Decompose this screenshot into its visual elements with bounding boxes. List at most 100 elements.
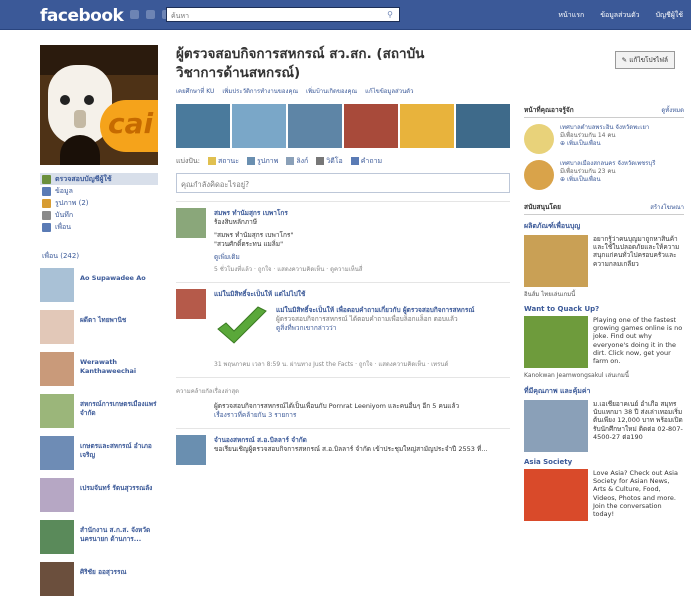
search-icon[interactable]: ⚲ <box>387 10 393 19</box>
ad-image[interactable] <box>524 235 588 287</box>
messages-icon[interactable] <box>146 10 155 19</box>
friend-avatar[interactable] <box>40 520 74 554</box>
friend-name[interactable]: เกษตรและสหกรณ์ อำเภอเจริญ <box>80 436 158 472</box>
similar-stories-link[interactable]: เรื่องราวที่คล้ายกัน 3 รายการ <box>214 411 510 420</box>
friends-list: Ao Supawadee Ao ผดีตา ไทยพานิช Werawath Ka… <box>40 268 158 598</box>
ad-title[interactable]: Want to Quack Up? <box>524 305 684 313</box>
status-input[interactable]: คุณกำลังคิดอะไรอยู่? <box>176 173 510 193</box>
edit-info-link[interactable]: แก้ไขข้อมูลส่วนตัว <box>365 86 413 96</box>
photo-thumb[interactable] <box>456 104 510 148</box>
friend-name[interactable]: สำนักงาน ส.ก.ส. จังหวัดนครนายก ด้านการ..… <box>80 520 158 556</box>
add-friend-link[interactable]: ⊕ เพิ่มเป็นเพื่อน <box>560 176 655 184</box>
profile-picture[interactable]: cai <box>40 45 158 165</box>
friend-avatar[interactable] <box>40 310 74 344</box>
top-bar: facebook ค้นหา ⚲ หน้าแรก ข้อมูลส่วนตัว บั… <box>0 0 691 30</box>
story-author[interactable]: สมพร ทำนัมสุกร เบพาโกร <box>214 208 510 218</box>
search-input[interactable]: ค้นหา ⚲ <box>166 7 400 22</box>
right-column: หน้าที่คุณอาจรู้จัก ดูทั้งหมด เทศบาลตำบลพ… <box>524 105 684 521</box>
friend-item[interactable]: Ao Supawadee Ao <box>40 268 158 304</box>
ad-image[interactable] <box>524 316 588 368</box>
share-link[interactable]: ลิงก์ <box>286 156 308 167</box>
photo-thumb[interactable] <box>176 104 230 148</box>
friend-name[interactable]: เปรมจันทร์ รัตนสุวรรณลัง <box>80 478 152 514</box>
profile-link[interactable]: ข้อมูลส่วนตัว <box>600 10 639 21</box>
friend-name[interactable]: Werawath Kanthaweechai <box>80 352 158 388</box>
ad-title[interactable]: Asia Society <box>524 458 684 466</box>
photo-thumb[interactable] <box>400 104 454 148</box>
left-nav-item[interactable]: บันทึก <box>40 209 158 221</box>
story-meta[interactable]: 31 พฤษภาคม เวลา 8:59 น. ผ่านทาง Just the… <box>214 359 510 369</box>
friend-avatar[interactable] <box>40 394 74 428</box>
nav-icon <box>42 222 51 232</box>
friend-name[interactable]: ศิริชัย ออสุวรรณ <box>80 562 127 598</box>
friend-item[interactable]: ผดีตา ไทยพานิช <box>40 310 158 346</box>
add-friend-link[interactable]: ⊕ เพิ่มเป็นเพื่อน <box>560 140 649 148</box>
page-name[interactable]: เทศบาลตำบลพระอิน จังหวัดพะเยา <box>560 124 649 132</box>
story-avatar[interactable] <box>176 289 206 319</box>
story-avatar[interactable] <box>176 208 206 238</box>
page-logo[interactable] <box>524 124 554 154</box>
home-link[interactable]: หน้าแรก <box>558 10 584 21</box>
mutual-friends: มีเพื่อนร่วมกัน 14 คน <box>560 132 616 139</box>
ad-image[interactable] <box>524 400 588 452</box>
left-nav-item[interactable]: เพื่อน <box>40 221 158 233</box>
left-nav-item[interactable]: ตรวจสอบบัญชีผู้ใช้ <box>40 173 158 185</box>
ad-item[interactable]: Want to Quack Up? Playing one of the fast… <box>524 305 684 380</box>
ad-title[interactable]: ผลิตภัณฑ์เพื่อนบุญ <box>524 221 684 232</box>
add-work-link[interactable]: เพิ่มประวัติการทำงานของคุณ <box>222 86 298 96</box>
photo-thumb[interactable] <box>344 104 398 148</box>
photo-thumb[interactable] <box>232 104 286 148</box>
ad-title[interactable]: ที่มีคุณภาพ และคุ้มค่า <box>524 386 684 397</box>
add-hometown-link[interactable]: เพิ่มบ้านเกิดของคุณ <box>306 86 357 96</box>
story-author[interactable]: แม่ในมิสิทธิ์จะเป็นให้ แต่ไม่ไปใช้ <box>214 289 510 299</box>
friend-item[interactable]: สหกรณ์การเกษตรเมืองแพร่ จำกัด <box>40 394 158 430</box>
ad-image[interactable] <box>524 469 588 521</box>
friend-requests-icon[interactable] <box>130 10 139 19</box>
checkmark-icon <box>214 305 270 349</box>
friend-avatar[interactable] <box>40 478 74 512</box>
feed-story: จำนองสหกรณ์ ส.อ.บิลลาร์ จำกัด ขอเรียนเชิ… <box>176 428 510 468</box>
friend-item[interactable]: Werawath Kanthaweechai <box>40 352 158 388</box>
ad-item[interactable]: Asia Society Love Asia? Check out Asia So… <box>524 458 684 521</box>
story-author[interactable]: จำนองสหกรณ์ ส.อ.บิลลาร์ จำกัด <box>214 435 510 445</box>
friends-header[interactable]: เพื่อน (242) <box>40 251 158 262</box>
share-photo[interactable]: รูปภาพ <box>246 156 278 167</box>
friend-name[interactable]: ผดีตา ไทยพานิช <box>80 310 126 346</box>
friend-avatar[interactable] <box>40 562 74 596</box>
photo-thumb[interactable] <box>288 104 342 148</box>
main-column: ผู้ตรวจสอบกิจการสหกรณ์ สว.สก. (สถาบันวิช… <box>176 45 675 468</box>
education-info[interactable]: เคยศึกษาที่ KU <box>176 86 214 96</box>
facebook-logo[interactable]: facebook <box>40 6 124 26</box>
share-question[interactable]: คำถาม <box>350 156 382 167</box>
share-status[interactable]: สถานะ <box>207 156 239 167</box>
edit-profile-button[interactable]: ✎ แก้ไขโปรไฟล์ <box>614 51 675 69</box>
story-meta[interactable]: 5 ชั่วโมงที่แล้ว · ถูกใจ · แสดงความคิดเห… <box>214 264 510 274</box>
friend-name[interactable]: Ao Supawadee Ao <box>80 268 146 304</box>
page-logo[interactable] <box>524 160 554 190</box>
friend-name[interactable]: สหกรณ์การเกษตรเมืองแพร่ จำกัด <box>80 394 158 430</box>
friend-item[interactable]: สำนักงาน ส.ก.ส. จังหวัดนครนายก ด้านการ..… <box>40 520 158 556</box>
share-video[interactable]: วิดีโอ <box>316 156 343 167</box>
create-ad-link[interactable]: สร้างโฆษณา <box>650 202 684 212</box>
see-all-link[interactable]: ดูทั้งหมด <box>661 105 684 115</box>
story-link[interactable]: ดูสิ่งที่พวกเขากล่าวว่า <box>276 324 474 333</box>
friend-avatar[interactable] <box>40 268 74 302</box>
friend-item[interactable]: เปรมจันทร์ รัตนสุวรรณลัง <box>40 478 158 514</box>
friend-avatar[interactable] <box>40 436 74 470</box>
left-nav-item[interactable]: ข้อมูล <box>40 185 158 197</box>
ad-text: Love Asia? Check out Asia Society for As… <box>593 469 678 519</box>
friend-item[interactable]: ศิริชัย ออสุวรรณ <box>40 562 158 598</box>
ad-item[interactable]: ผลิตภัณฑ์เพื่อนบุญ อยากรู้ว่าคนบุญมาถูกหา… <box>524 221 684 299</box>
profile-info: เคยศึกษาที่ KU เพิ่มประวัติการทำงานของคุ… <box>176 86 510 96</box>
story-avatar[interactable] <box>176 435 206 465</box>
left-nav-item[interactable]: รูปภาพ (2) <box>40 197 158 209</box>
see-more-link[interactable]: ดูเพิ่มเติม <box>214 253 510 262</box>
friend-item[interactable]: เกษตรและสหกรณ์ อำเภอเจริญ <box>40 436 158 472</box>
nav-label: ตรวจสอบบัญชีผู้ใช้ <box>55 174 112 183</box>
story-heading[interactable]: แม่ในมิสิทธิ์จะเป็นให้ เพื่อตอบคำถามเกี่… <box>276 305 474 315</box>
ad-item[interactable]: ที่มีคุณภาพ และคุ้มค่า ม.เอเชียอาคเนย์ อำ… <box>524 386 684 452</box>
ads-list: ผลิตภัณฑ์เพื่อนบุญ อยากรู้ว่าคนบุญมาถูกหา… <box>524 221 684 521</box>
friend-avatar[interactable] <box>40 352 74 386</box>
account-link[interactable]: บัญชีผู้ใช้ <box>656 10 683 21</box>
page-name[interactable]: เทศบาลเมืองสกลนคร จังหวัดเพชรบุรี <box>560 160 655 168</box>
